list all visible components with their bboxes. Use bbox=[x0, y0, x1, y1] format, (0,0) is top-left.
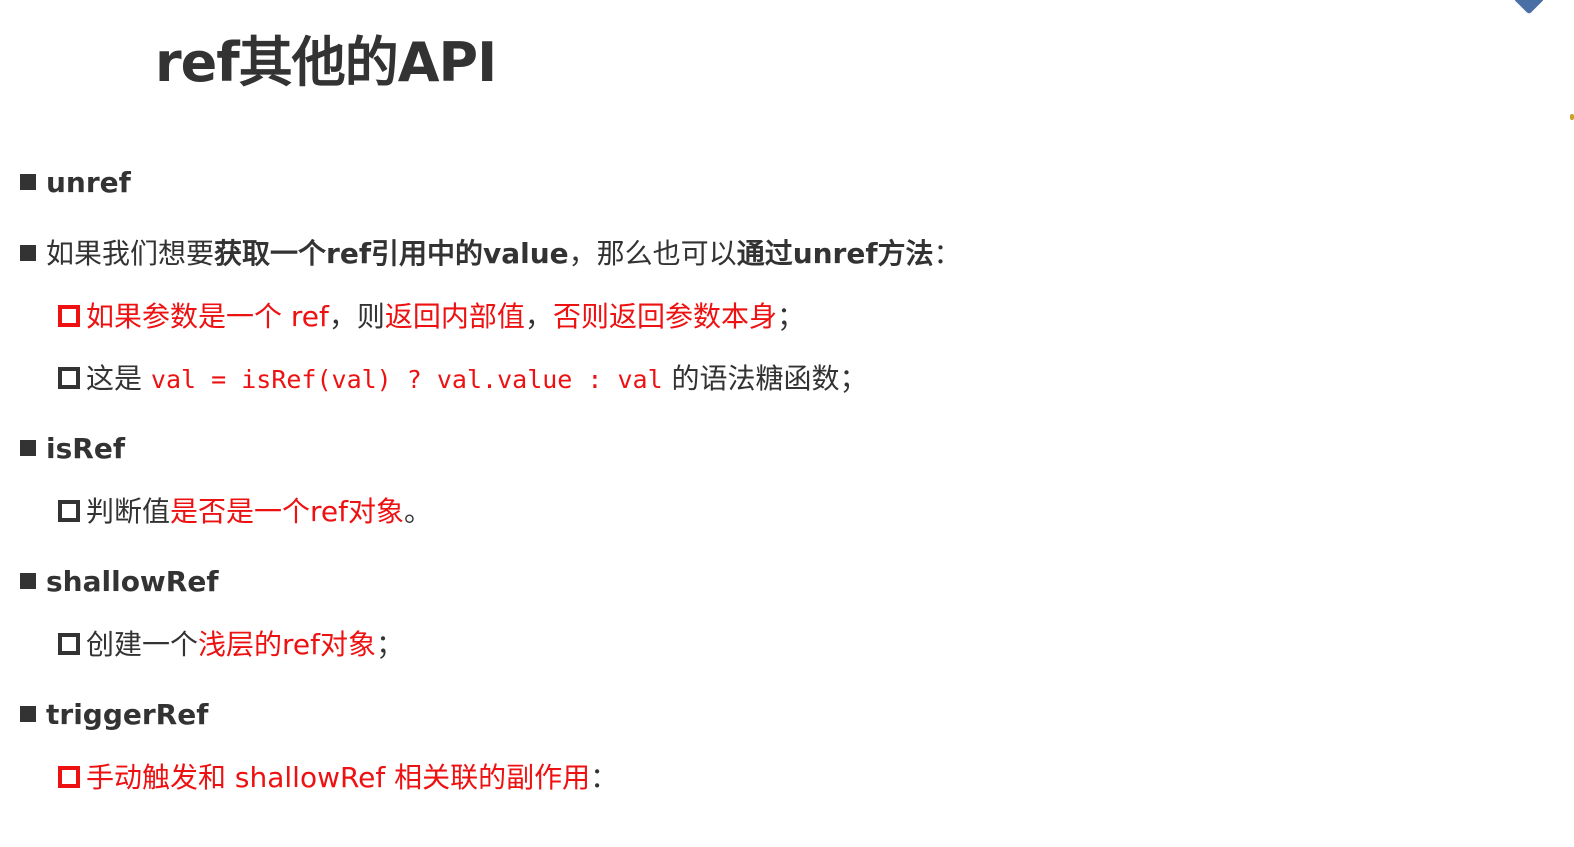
hollow-square-bullet-icon bbox=[58, 367, 80, 389]
heading-text: isRef bbox=[46, 432, 125, 465]
section-heading-isref: isRef bbox=[20, 429, 125, 469]
heading-text: triggerRef bbox=[46, 698, 209, 731]
text-segment: ； bbox=[376, 628, 405, 661]
text-highlight: 手动触发和 shallowRef 相关联的副作用 bbox=[86, 761, 591, 794]
unref-sub-item-2: 这是 val = isRef(val) ? val.value : val 的语… bbox=[58, 359, 868, 400]
text-highlight: 返回内部值 bbox=[384, 300, 525, 333]
hollow-square-bullet-icon bbox=[58, 500, 80, 522]
corner-logo-mark bbox=[1513, 0, 1545, 15]
section-heading-shallowref: shallowRef bbox=[20, 562, 219, 602]
text-highlight: 浅层的ref对象 bbox=[198, 628, 376, 661]
square-bullet-icon bbox=[20, 440, 36, 456]
text-emphasis: 获取一个ref引用中的value bbox=[214, 237, 569, 270]
unref-description: 如果我们想要获取一个ref引用中的value，那么也可以通过unref方法： bbox=[20, 234, 962, 274]
text-segment: 。 bbox=[404, 495, 433, 528]
page-title: ref其他的API bbox=[155, 31, 497, 94]
text-segment: 这是 bbox=[86, 362, 151, 395]
section-heading-unref: unref bbox=[20, 163, 131, 203]
text-segment: 如果我们想要 bbox=[46, 237, 215, 270]
text-highlight: 如果参数是一个 ref bbox=[86, 300, 329, 333]
square-bullet-icon bbox=[20, 573, 36, 589]
edge-marker bbox=[1570, 114, 1574, 120]
square-bullet-icon bbox=[20, 174, 36, 190]
text-segment: ： bbox=[590, 761, 619, 794]
text-segment: 的语法糖函数； bbox=[662, 362, 868, 395]
triggerref-sub-item-1: 手动触发和 shallowRef 相关联的副作用： bbox=[58, 758, 618, 798]
square-bullet-icon bbox=[20, 706, 36, 722]
text-segment: ， bbox=[524, 300, 553, 333]
text-segment: ； bbox=[776, 300, 805, 333]
section-heading-triggerref: triggerRef bbox=[20, 695, 208, 735]
hollow-square-bullet-icon bbox=[58, 766, 80, 788]
slide: ref其他的API unref 如果我们想要获取一个ref引用中的value，那… bbox=[0, 0, 1574, 847]
square-bullet-icon bbox=[20, 245, 36, 261]
text-emphasis: 通过unref方法 bbox=[736, 237, 934, 270]
code-snippet: val = isRef(val) ? val.value : val bbox=[150, 365, 663, 394]
text-segment: 判断值 bbox=[86, 495, 171, 528]
text-segment: ： bbox=[933, 237, 962, 270]
text-segment: ，那么也可以 bbox=[568, 237, 737, 270]
shallowref-sub-item-1: 创建一个浅层的ref对象； bbox=[58, 625, 404, 665]
hollow-square-bullet-icon bbox=[58, 305, 80, 327]
hollow-square-bullet-icon bbox=[58, 633, 80, 655]
heading-text: shallowRef bbox=[46, 565, 219, 598]
text-highlight: 否则返回参数本身 bbox=[552, 300, 777, 333]
text-segment: 创建一个 bbox=[86, 628, 199, 661]
heading-text: unref bbox=[46, 166, 131, 199]
text-highlight: 是否是一个ref对象 bbox=[170, 495, 404, 528]
isref-sub-item-1: 判断值是否是一个ref对象。 bbox=[58, 492, 432, 532]
text-segment: ，则 bbox=[328, 300, 385, 333]
unref-sub-item-1: 如果参数是一个 ref，则返回内部值，否则返回参数本身； bbox=[58, 297, 805, 337]
